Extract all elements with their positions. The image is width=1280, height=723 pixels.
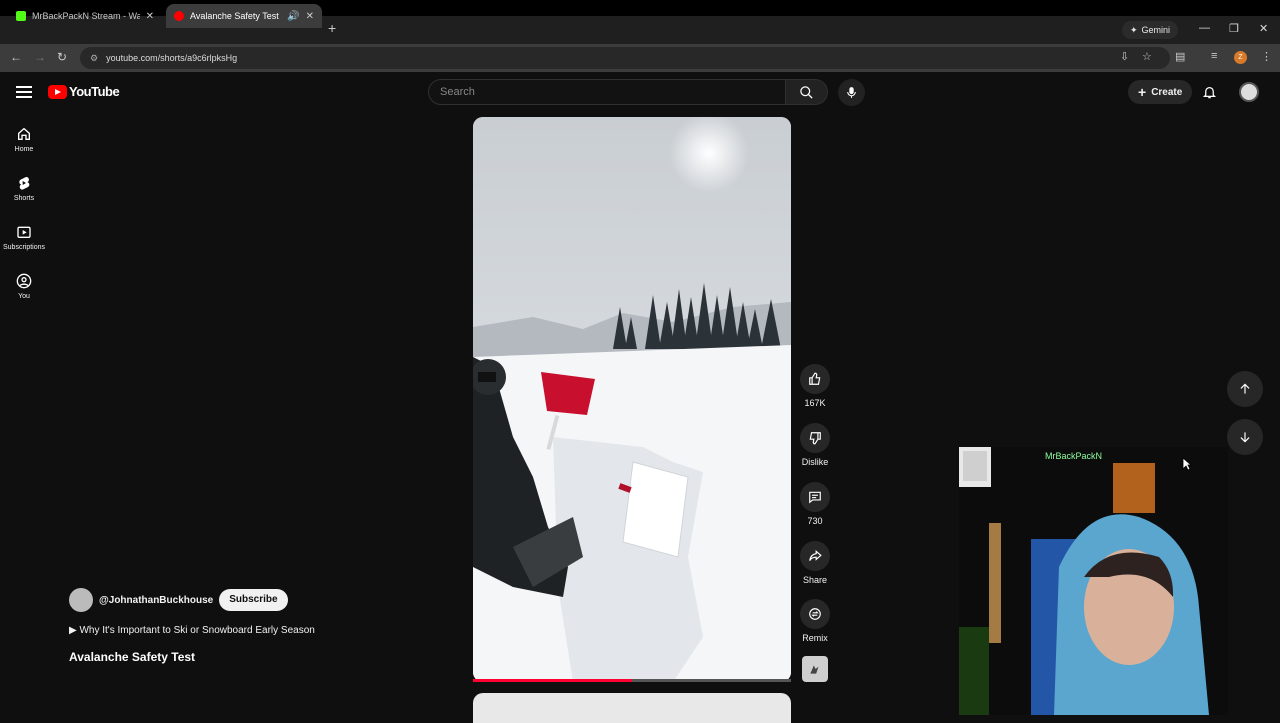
sidebar-item-you[interactable]: You xyxy=(0,273,48,300)
webcam-feed: MrBackPackN xyxy=(959,447,1228,715)
stream-banner-text: MrBackPackN xyxy=(1045,451,1102,461)
dislike-button[interactable]: Dislike xyxy=(797,423,833,467)
next-short-preview[interactable] xyxy=(473,693,791,723)
channel-row: @JohnathanBuckhouse Subscribe xyxy=(69,588,288,612)
sidebar-item-shorts[interactable]: Shorts xyxy=(0,175,48,202)
install-app-icon[interactable]: ⇩ xyxy=(1120,50,1129,63)
gemini-sparkle-icon: ✦ xyxy=(1130,24,1138,35)
site-info-icon[interactable]: ⚙ xyxy=(90,53,98,64)
browser-menu-icon[interactable]: ⋮ xyxy=(1261,50,1272,63)
like-button[interactable]: 167K xyxy=(797,364,833,408)
create-label: Create xyxy=(1151,86,1183,98)
channel-avatar[interactable] xyxy=(69,588,93,612)
search-icon xyxy=(800,85,813,99)
tab-stream[interactable]: MrBackPackN Stream - Watch Li ✕ xyxy=(8,4,162,28)
short-title: Avalanche Safety Test xyxy=(69,650,196,664)
youtube-play-icon xyxy=(48,84,67,99)
tab-title: MrBackPackN Stream - Watch Li xyxy=(32,11,140,21)
close-window-icon[interactable]: ✕ xyxy=(1259,22,1268,35)
like-count: 167K xyxy=(804,398,826,408)
dislike-label: Dislike xyxy=(801,457,829,467)
channel-thumbnail[interactable] xyxy=(802,656,828,682)
sidebar-item-subscriptions[interactable]: Subscriptions xyxy=(0,224,48,251)
playlist-label: Why It's Important to Ski or Snowboard E… xyxy=(79,625,315,636)
youtube-favicon-icon xyxy=(174,11,184,21)
youtube-logo[interactable]: YouTube xyxy=(48,84,120,99)
minimize-icon[interactable]: — xyxy=(1199,22,1210,34)
restore-icon[interactable]: ❐ xyxy=(1229,22,1239,35)
address-bar[interactable]: ⚙ youtube.com/shorts/a9c6rlpksHg xyxy=(80,47,1170,69)
reload-icon[interactable]: ↻ xyxy=(57,50,67,64)
hamburger-menu-icon[interactable] xyxy=(16,86,32,101)
bell-icon xyxy=(1202,87,1217,99)
sidebar-label: You xyxy=(18,293,30,300)
progress-fill xyxy=(473,679,632,682)
create-button[interactable]: + Create xyxy=(1128,80,1193,104)
close-tab-icon[interactable]: ✕ xyxy=(306,11,314,22)
thumbs-up-icon xyxy=(809,372,821,385)
search-button[interactable] xyxy=(786,79,828,105)
home-icon xyxy=(18,127,30,140)
comments-button[interactable]: 730 xyxy=(797,482,833,526)
thumbs-down-icon xyxy=(809,432,821,445)
shorts-video-player[interactable] xyxy=(473,117,791,682)
notifications-button[interactable] xyxy=(1202,84,1217,105)
gemini-button[interactable]: ✦ Gemini xyxy=(1122,21,1179,39)
search-input[interactable]: Search xyxy=(428,79,786,105)
kick-favicon-icon xyxy=(16,11,26,21)
arrow-down-icon xyxy=(1240,432,1250,443)
url-text: youtube.com/shorts/a9c6rlpksHg xyxy=(106,53,238,63)
video-progress-bar[interactable] xyxy=(473,679,791,682)
sidebar-label: Home xyxy=(14,146,34,153)
mouse-cursor-icon xyxy=(1182,457,1193,476)
previous-short-button[interactable] xyxy=(1227,371,1263,407)
next-short-button[interactable] xyxy=(1227,419,1263,455)
comment-icon xyxy=(809,491,821,504)
share-button[interactable]: Share xyxy=(797,541,833,585)
account-avatar[interactable] xyxy=(1239,82,1259,102)
shorts-icon xyxy=(19,176,30,190)
media-controls-icon[interactable]: ≡ xyxy=(1211,50,1217,62)
browser-profile-avatar[interactable]: Z xyxy=(1234,51,1247,64)
play-triangle-icon: ▶ xyxy=(69,625,80,636)
remix-button[interactable]: Remix xyxy=(797,599,833,643)
subscriptions-icon xyxy=(17,226,31,238)
channel-logo-icon xyxy=(810,665,819,674)
plus-icon: + xyxy=(1138,84,1147,100)
comment-count: 730 xyxy=(807,516,823,526)
microphone-icon xyxy=(847,87,856,98)
share-icon xyxy=(809,550,822,561)
bookmark-star-icon[interactable]: ☆ xyxy=(1142,50,1152,63)
playlist-link[interactable]: ▶ Why It's Important to Ski or Snowboard… xyxy=(69,625,315,636)
channel-name[interactable]: @JohnathanBuckhouse xyxy=(99,595,213,606)
forward-icon[interactable]: → xyxy=(34,50,46,64)
sidebar-item-home[interactable]: Home xyxy=(0,126,48,153)
close-tab-icon[interactable]: ✕ xyxy=(146,11,154,22)
voice-search-button[interactable] xyxy=(838,79,865,106)
sidebar-label: Shorts xyxy=(13,195,35,202)
remix-label: Remix xyxy=(802,633,828,643)
back-icon[interactable]: ← xyxy=(10,50,22,64)
tab-title: Avalanche Safety Test - You xyxy=(190,11,281,21)
new-tab-button[interactable]: + xyxy=(328,20,336,36)
youtube-logo-text: YouTube xyxy=(69,84,120,99)
speaker-icon[interactable]: 🔊 xyxy=(287,11,299,22)
tab-youtube[interactable]: Avalanche Safety Test - You 🔊 ✕ xyxy=(166,4,322,28)
gemini-label: Gemini xyxy=(1141,25,1171,35)
video-frame xyxy=(473,117,791,682)
side-panel-icon[interactable]: ▤ xyxy=(1175,50,1185,63)
webcam-overlay: MrBackPackN xyxy=(959,447,1228,715)
sidebar-label: Subscriptions xyxy=(2,244,46,251)
you-icon xyxy=(16,273,32,289)
share-label: Share xyxy=(802,575,828,585)
remix-icon xyxy=(809,608,821,620)
subscribe-button[interactable]: Subscribe xyxy=(219,589,288,611)
arrow-up-icon xyxy=(1240,383,1250,394)
